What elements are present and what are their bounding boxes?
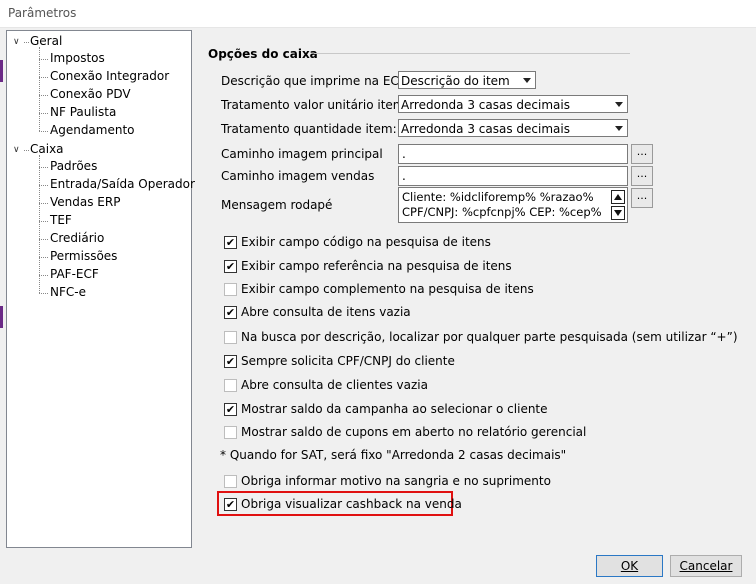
- tratamento-valor-select[interactable]: Arredonda 3 casas decimais: [398, 95, 628, 113]
- checkbox-exibir-referencia[interactable]: ✔: [224, 260, 237, 273]
- tree-node-conexao-integrador[interactable]: Conexão Integrador: [50, 69, 169, 83]
- img-principal-browse-button[interactable]: ...: [631, 144, 653, 164]
- tree-connector: [39, 221, 48, 222]
- background-window-edge: [0, 306, 3, 328]
- img-vendas-value: .: [402, 169, 406, 183]
- tree-node-conexao-pdv[interactable]: Conexão PDV: [50, 87, 131, 101]
- rodape-browse-button[interactable]: ...: [631, 188, 653, 208]
- tree-connector: [39, 203, 48, 204]
- rodape-textarea[interactable]: Cliente: %idcliforemp% %razao% CPF/CNPJ:…: [398, 187, 628, 223]
- checkbox-solicita-cpf[interactable]: ✔: [224, 355, 237, 368]
- img-vendas-input[interactable]: .: [398, 166, 628, 186]
- checkbox-label: Exibir campo complemento na pesquisa de …: [241, 282, 534, 296]
- checkbox-label: Exibir campo referência na pesquisa de i…: [241, 259, 512, 273]
- tratamento-qtd-value: Arredonda 3 casas decimais: [401, 122, 570, 136]
- tree-connector: [39, 167, 48, 168]
- tree-connector: [39, 95, 48, 96]
- tree-node-agendamento[interactable]: Agendamento: [50, 123, 135, 137]
- rodape-line-1: Cliente: %idcliforemp% %razao%: [402, 190, 594, 204]
- tratamento-qtd-select[interactable]: Arredonda 3 casas decimais: [398, 119, 628, 137]
- tree-node-nfc-e[interactable]: NFC-e: [50, 285, 86, 299]
- checkbox-label: Obriga informar motivo na sangria e no s…: [241, 474, 551, 488]
- ok-button[interactable]: OK: [596, 555, 663, 577]
- section-divider: [314, 53, 630, 54]
- scroll-up-button[interactable]: [611, 190, 625, 204]
- chevron-down-icon[interactable]: ∨: [13, 37, 20, 47]
- background-window-edge: [0, 60, 3, 82]
- title-bar: Parâmetros: [0, 0, 756, 28]
- tree-connector: [39, 275, 48, 276]
- checkbox-exibir-codigo[interactable]: ✔: [224, 236, 237, 249]
- scroll-down-button[interactable]: [611, 206, 625, 220]
- arrow-down-icon: [614, 210, 622, 216]
- arrow-up-icon: [614, 194, 622, 200]
- tree-connector: [39, 59, 48, 60]
- checkbox-label: Mostrar saldo de cupons em aberto no rel…: [241, 425, 587, 439]
- tree-node-geral[interactable]: Geral: [30, 34, 62, 48]
- tree-node-tef[interactable]: TEF: [50, 213, 72, 227]
- chevron-down-icon: [523, 78, 531, 83]
- img-principal-input[interactable]: .: [398, 144, 628, 164]
- tree-connector: [39, 131, 48, 132]
- tree-node-vendas-erp[interactable]: Vendas ERP: [50, 195, 120, 209]
- tree-connector: [24, 150, 29, 151]
- checkbox-label: Mostrar saldo da campanha ao selecionar …: [241, 402, 548, 416]
- checkbox-label: Sempre solicita CPF/CNPJ do cliente: [241, 354, 455, 368]
- img-vendas-browse-button[interactable]: ...: [631, 166, 653, 186]
- tree-connector: [39, 155, 40, 293]
- checkbox-label: Exibir campo código na pesquisa de itens: [241, 235, 491, 249]
- tratamento-valor-value: Arredonda 3 casas decimais: [401, 98, 570, 112]
- img-principal-value: .: [402, 147, 406, 161]
- tree-connector: [39, 257, 48, 258]
- checkbox-label: Abre consulta de clientes vazia: [241, 378, 428, 392]
- tree-node-nf-paulista[interactable]: NF Paulista: [50, 105, 116, 119]
- descricao-ecf-value: Descrição do item: [401, 74, 510, 88]
- tree-connector: [39, 239, 48, 240]
- checkbox-saldo-cupons[interactable]: [224, 426, 237, 439]
- checkbox-abre-consulta-itens[interactable]: ✔: [224, 306, 237, 319]
- tree-connector: [39, 185, 48, 186]
- tratamento-qtd-label: Tratamento quantidade item:: [221, 122, 397, 136]
- checkbox-exibir-complemento[interactable]: [224, 283, 237, 296]
- chevron-down-icon[interactable]: ∨: [13, 145, 20, 155]
- tree-connector: [24, 42, 29, 43]
- tree-connector: [39, 77, 48, 78]
- settings-tree[interactable]: ∨ Geral Impostos Conexão Integrador Cone…: [6, 30, 195, 548]
- cancel-button[interactable]: Cancelar: [670, 555, 742, 577]
- checkbox-label: Obriga visualizar cashback na venda: [241, 497, 462, 511]
- tree-connector: [39, 293, 48, 294]
- parametros-window: Parâmetros ∨ Geral Impostos Conexão Inte…: [0, 0, 756, 584]
- tree-node-permissoes[interactable]: Permissões: [50, 249, 117, 263]
- tree-node-paf-ecf[interactable]: PAF-ECF: [50, 267, 99, 281]
- tree-node-entrada-saida-operador[interactable]: Entrada/Saída Operador: [50, 177, 195, 191]
- rodape-label: Mensagem rodapé: [221, 198, 333, 212]
- section-title: Opções do caixa: [208, 47, 318, 61]
- tree-connector: [39, 113, 48, 114]
- checkbox-saldo-campanha[interactable]: ✔: [224, 403, 237, 416]
- checkbox-obriga-cashback[interactable]: ✔: [224, 498, 237, 511]
- rodape-line-2: CPF/CNPJ: %cpfcnpj% CEP: %cep%: [402, 205, 602, 219]
- checkbox-label: Abre consulta de itens vazia: [241, 305, 411, 319]
- chevron-down-icon: [615, 102, 623, 107]
- checkbox-busca-descricao[interactable]: [224, 331, 237, 344]
- img-principal-label: Caminho imagem principal: [221, 147, 383, 161]
- window-title: Parâmetros: [8, 6, 77, 20]
- sat-note: * Quando for SAT, será fixo "Arredonda 2…: [220, 448, 567, 462]
- tree-node-impostos[interactable]: Impostos: [50, 51, 105, 65]
- checkbox-label: Na busca por descrição, localizar por qu…: [241, 330, 738, 344]
- tratamento-valor-label: Tratamento valor unitário item*: [221, 98, 411, 112]
- tree-node-padroes[interactable]: Padrões: [50, 159, 97, 173]
- tree-node-caixa[interactable]: Caixa: [30, 142, 64, 156]
- checkbox-abre-consulta-clientes[interactable]: [224, 379, 237, 392]
- descricao-ecf-label: Descrição que imprime na ECF: [221, 74, 406, 88]
- img-vendas-label: Caminho imagem vendas: [221, 169, 375, 183]
- tree-node-crediario[interactable]: Crediário: [50, 231, 104, 245]
- descricao-ecf-select[interactable]: Descrição do item: [398, 71, 536, 89]
- checkbox-obriga-motivo[interactable]: [224, 475, 237, 488]
- chevron-down-icon: [615, 126, 623, 131]
